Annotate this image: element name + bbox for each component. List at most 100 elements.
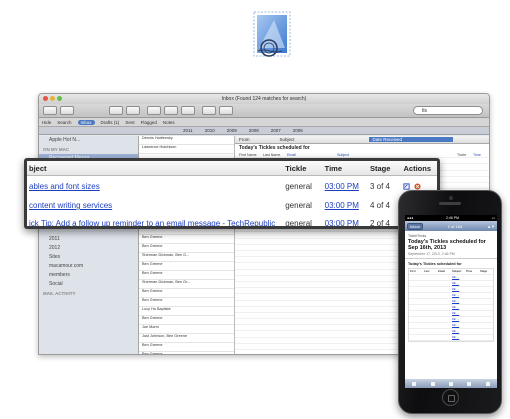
forward-button[interactable] (181, 106, 195, 115)
reply-icon[interactable] (467, 381, 472, 386)
year-tab[interactable]: 2006 (293, 128, 303, 133)
table-cell[interactable] (287, 288, 337, 293)
list-item[interactable]: Just Johnson, Ben Greene (139, 334, 234, 343)
table-cell[interactable] (287, 313, 337, 318)
zoom-window-button[interactable] (57, 96, 62, 101)
tag-button[interactable] (219, 106, 233, 115)
col-subject[interactable]: Subject (280, 137, 295, 142)
table-cell[interactable] (287, 270, 337, 275)
table-cell[interactable] (437, 293, 451, 298)
fav-search[interactable]: Search (57, 120, 71, 125)
get-mail-button[interactable] (43, 106, 57, 115)
minimize-window-button[interactable] (50, 96, 55, 101)
table-cell[interactable] (287, 338, 337, 343)
table-cell[interactable] (287, 245, 337, 250)
list-item[interactable]: Ben Greene (139, 352, 234, 354)
table-cell[interactable] (287, 294, 337, 299)
table-cell[interactable] (287, 331, 337, 336)
sidebar-item[interactable]: Sites (39, 253, 138, 262)
table-cell[interactable] (287, 282, 337, 287)
year-tab[interactable]: 2008 (249, 128, 259, 133)
table-cell[interactable] (437, 311, 451, 316)
table-cell[interactable] (437, 287, 451, 292)
col-date-received[interactable]: Date Received (368, 137, 453, 142)
delete-button[interactable] (109, 106, 123, 115)
table-cell[interactable]: Subject (337, 152, 457, 157)
table-cell[interactable] (287, 344, 337, 349)
table-cell[interactable] (287, 232, 337, 237)
search-input[interactable]: tls (413, 106, 483, 115)
table-cell[interactable] (437, 317, 451, 322)
year-tab[interactable]: 2007 (271, 128, 281, 133)
flag-button[interactable] (202, 106, 216, 115)
table-cell[interactable] (287, 257, 337, 262)
table-cell[interactable] (287, 319, 337, 324)
list-item[interactable]: Ben Greene (139, 262, 234, 271)
trash-icon[interactable] (448, 381, 453, 386)
time-link[interactable]: 03:00 PM (325, 201, 359, 210)
subject-link[interactable]: content writing services (29, 201, 112, 210)
sidebar-item[interactable]: 2012 (39, 244, 138, 253)
folder-icon[interactable] (430, 381, 435, 386)
time-link[interactable]: 03:00 PM (325, 219, 359, 226)
year-tab[interactable]: 2011 (183, 128, 193, 133)
sidebar-item[interactable]: macamour.com (39, 262, 138, 271)
list-item[interactable]: Ben Greene (139, 271, 234, 280)
fav-inbox[interactable]: Inbox (77, 119, 95, 125)
compose-button[interactable] (60, 106, 74, 115)
table-cell[interactable]: RE: ... (451, 305, 465, 310)
nav-arrows-icon[interactable]: ▲▼ (487, 224, 495, 229)
subject-link[interactable]: ick Tip: Add a follow up reminder to an … (29, 219, 275, 226)
fav-sent[interactable]: Sent (125, 120, 134, 125)
table-cell[interactable] (437, 323, 451, 328)
list-item[interactable]: Ben Greene (139, 244, 234, 253)
junk-button[interactable] (126, 106, 140, 115)
table-cell[interactable]: RE: ... (451, 275, 465, 280)
sender[interactable]: TickleTricks (408, 234, 494, 238)
table-cell[interactable] (287, 276, 337, 281)
year-tab[interactable]: 2009 (227, 128, 237, 133)
table-cell[interactable]: RE: ... (451, 281, 465, 286)
table-cell[interactable] (437, 275, 451, 280)
list-item[interactable]: Ben Greene (139, 235, 234, 244)
list-item[interactable]: Sherman Dickman, Ben G... (139, 253, 234, 262)
list-item[interactable]: Sherman Dickman, Ben Gr... (139, 280, 234, 289)
table-cell[interactable] (437, 281, 451, 286)
subject-link[interactable]: ables and font sizes (29, 182, 100, 191)
table-cell[interactable] (437, 299, 451, 304)
reply-button[interactable] (147, 106, 161, 115)
table-cell[interactable]: RE: ... (451, 287, 465, 292)
table-cell[interactable] (437, 305, 451, 310)
reply-all-button[interactable] (164, 106, 178, 115)
col-from[interactable]: From (239, 137, 250, 142)
refresh-icon[interactable] (412, 381, 417, 386)
table-cell[interactable]: Email (287, 152, 337, 157)
close-window-button[interactable] (43, 96, 48, 101)
table-cell[interactable] (437, 329, 451, 334)
fav-hide[interactable]: Hide (42, 120, 51, 125)
fav-drafts[interactable]: Drafts (1) (101, 120, 120, 125)
table-cell[interactable] (287, 251, 337, 256)
table-cell[interactable] (287, 307, 337, 312)
table-cell[interactable]: RE: ... (451, 299, 465, 304)
list-item[interactable]: Ben Greene (139, 316, 234, 325)
inbox-back-button[interactable]: Inbox (407, 222, 423, 230)
list-item[interactable]: Lucy Ho Baptiste (139, 307, 234, 316)
compose-icon[interactable] (485, 381, 490, 386)
table-cell[interactable]: RE: ... (451, 329, 465, 334)
table-cell[interactable]: RE: ... (451, 317, 465, 322)
sidebar-item[interactable]: 2011 (39, 235, 138, 244)
table-cell[interactable]: RE: ... (451, 311, 465, 316)
sidebar-item[interactable]: members (39, 271, 138, 280)
home-button[interactable] (442, 389, 459, 406)
list-item[interactable]: Ben Greene (139, 343, 234, 352)
year-tab[interactable]: 2010 (205, 128, 215, 133)
list-item[interactable]: Lawrence Hutchison (139, 145, 234, 154)
delete-icon[interactable] (414, 183, 422, 190)
table-cell[interactable] (287, 239, 337, 244)
fav-flagged[interactable]: Flagged (141, 120, 157, 125)
list-item[interactable]: Ben Greene (139, 289, 234, 298)
time-link[interactable]: 03:00 PM (325, 182, 359, 191)
sidebar-item[interactable]: Social (39, 280, 138, 289)
edit-icon[interactable] (403, 183, 411, 190)
